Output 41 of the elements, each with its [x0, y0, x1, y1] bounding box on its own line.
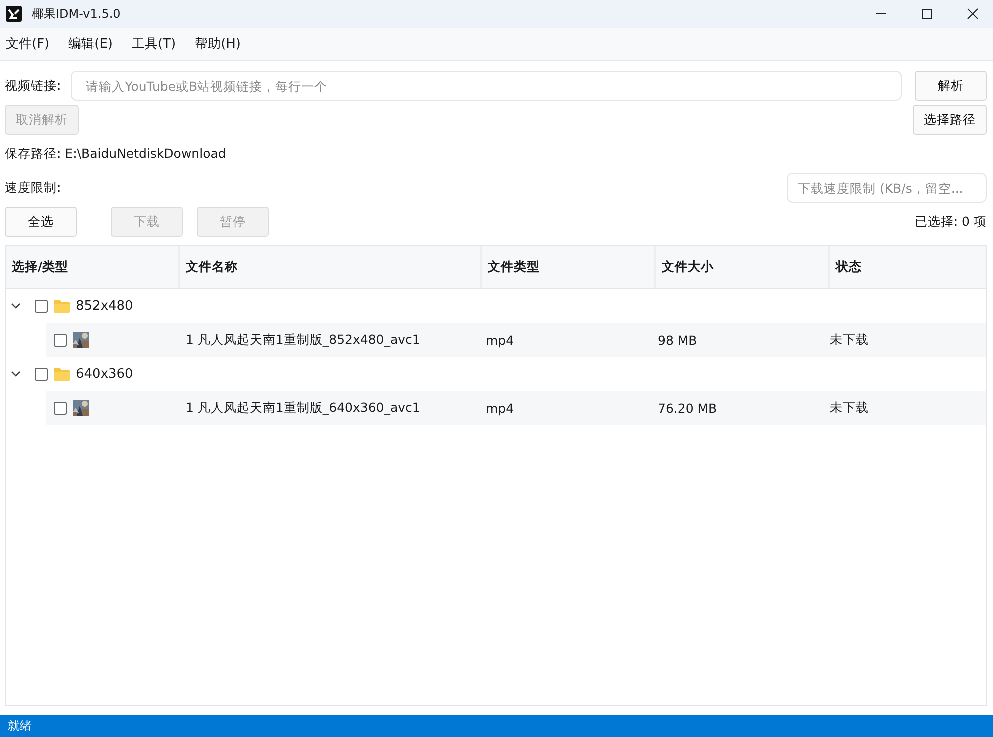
menu-item[interactable]: 文件(F) [6, 35, 50, 53]
column-header[interactable]: 文件名称 [180, 246, 480, 288]
folder-icon [54, 368, 70, 380]
speed-field[interactable]: 下载速度限制 (KB/s，留空... [787, 173, 987, 203]
table-cell-text: 1 凡人风起天南1重制版_852x480_avc1 [185, 332, 422, 348]
table-cell-text: mp4 [485, 332, 516, 348]
menu-item[interactable]: 工具(T) [132, 35, 176, 53]
checkbox[interactable] [54, 402, 67, 414]
speed-label: 速度限制: [5, 180, 62, 196]
parse-button[interactable]: 解析 [915, 71, 987, 101]
chevron-icon[interactable] [11, 369, 21, 379]
table-cell-text: 1 凡人风起天南1重制版_640x360_avc1 [185, 400, 422, 416]
group-label: 640x360 [76, 366, 134, 382]
maximize-icon[interactable] [921, 8, 933, 20]
select-all-button[interactable]: 全选 [5, 207, 77, 237]
chevron-icon[interactable] [11, 301, 21, 311]
table-cell-text: 未下载 [829, 332, 870, 348]
table-cell-text: 未下载 [829, 400, 870, 416]
table-cell-text: 98 MB [657, 332, 698, 348]
selected-count: 已选择: 0 项 [914, 214, 987, 230]
table-cell-text: mp4 [485, 400, 516, 416]
folder-icon [54, 300, 70, 312]
window-title: 椰果IDM-v1.5.0 [32, 6, 121, 22]
choose-path-button[interactable]: 选择路径 [913, 105, 987, 135]
table-cell-text: 76.20 MB [657, 400, 718, 416]
save-path: 保存路径: E:\BaiduNetdiskDownload [5, 146, 226, 162]
column-header[interactable]: 选择/类型 [6, 246, 178, 288]
close-icon[interactable] [967, 8, 979, 20]
app-logo-icon [6, 6, 22, 22]
menu-item[interactable]: 帮助(H) [195, 35, 241, 53]
url-field[interactable]: 请输入YouTube或B站视频链接，每行一个 [71, 71, 902, 101]
checkbox[interactable] [54, 334, 67, 346]
checkbox[interactable] [35, 368, 48, 380]
url-label: 视频链接: [5, 78, 62, 94]
column-header[interactable]: 文件类型 [482, 246, 654, 288]
checkbox[interactable] [35, 300, 48, 312]
menu-item[interactable]: 编辑(E) [68, 35, 113, 53]
column-header[interactable]: 状态 [830, 246, 986, 288]
group-label: 852x480 [76, 298, 134, 314]
status-text: 就绪 [8, 718, 32, 734]
column-header[interactable]: 文件大小 [656, 246, 828, 288]
